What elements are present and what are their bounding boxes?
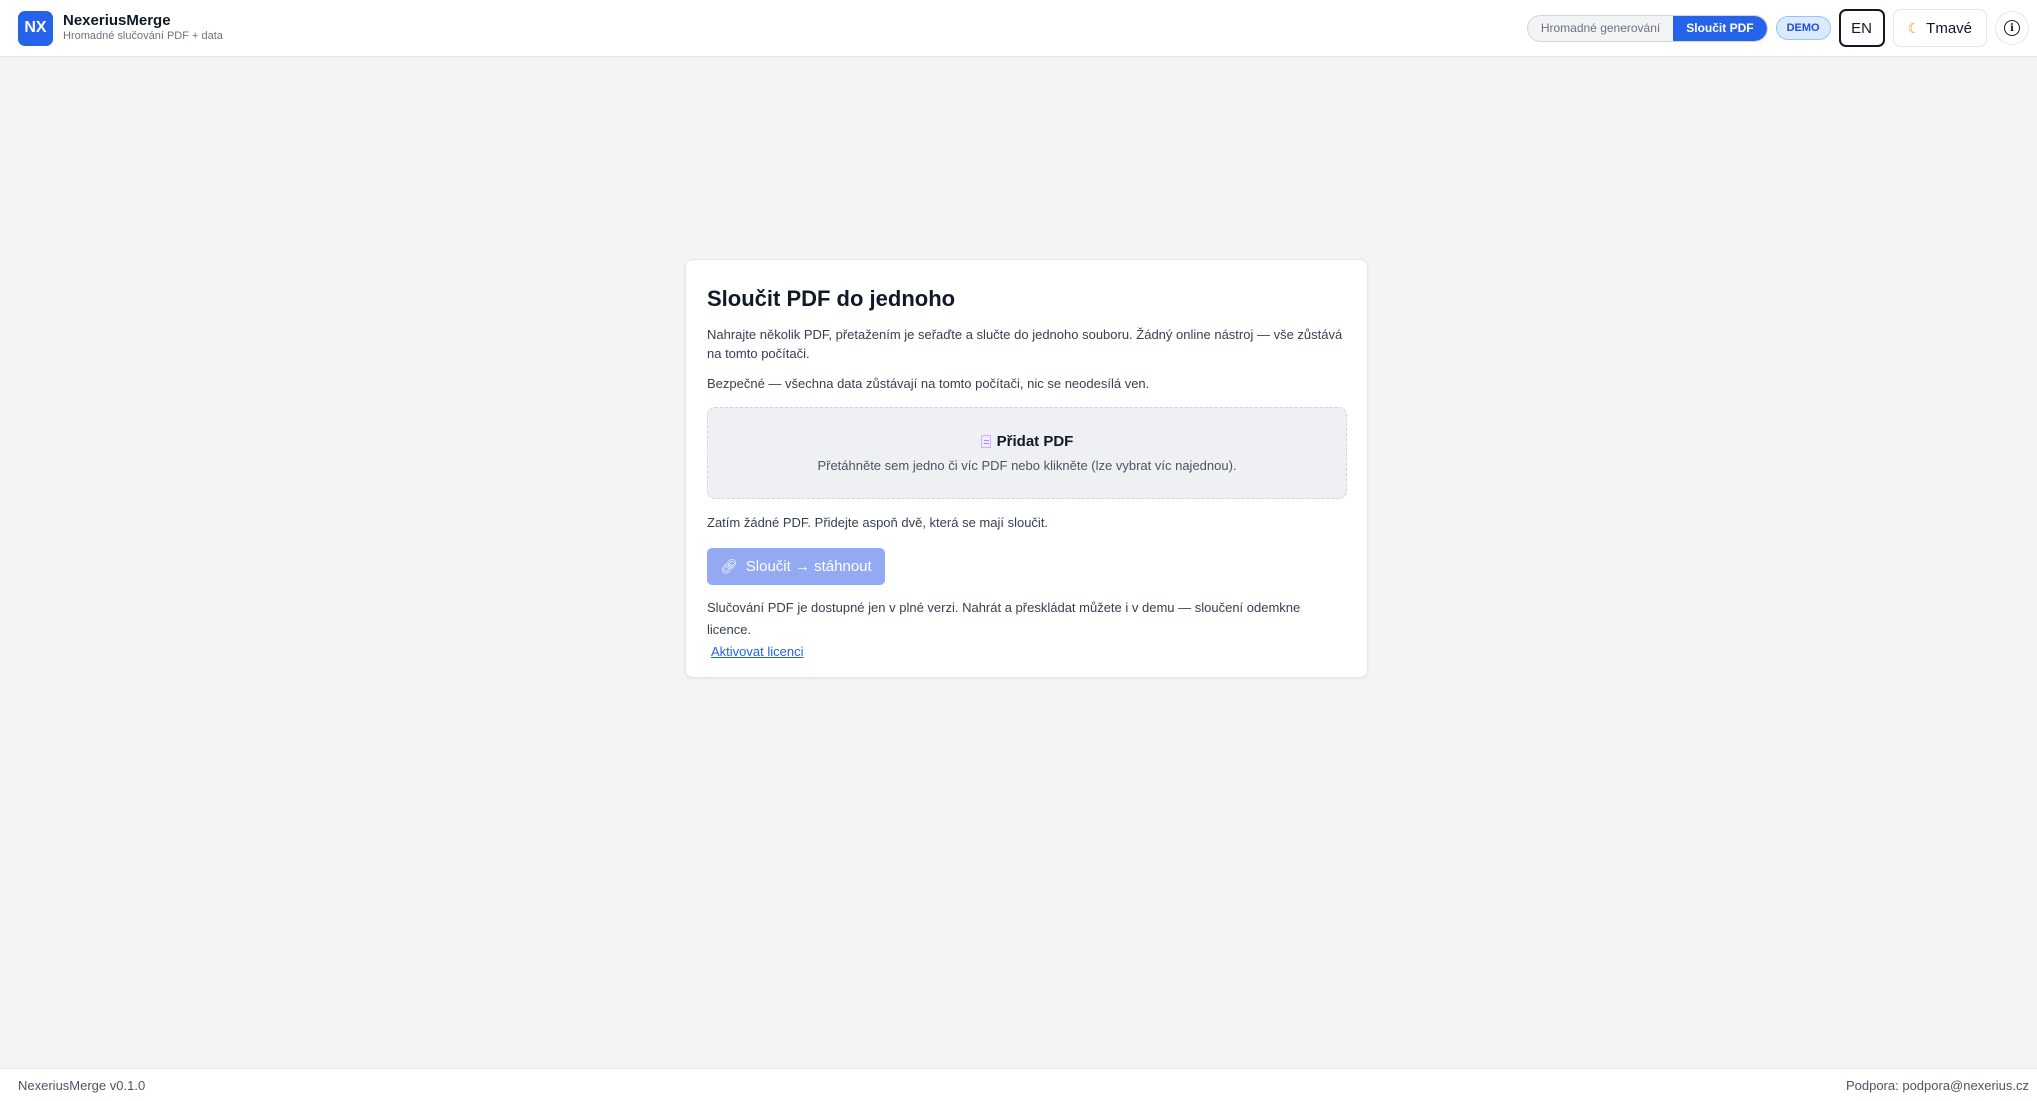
card-description: Nahrajte několik PDF, přetažením je seřa…	[707, 327, 1343, 361]
language-toggle-button[interactable]: EN	[1838, 9, 1885, 47]
activate-license-link[interactable]: Aktivovat licenci	[711, 644, 803, 659]
merge-button-label: Sloučit → stáhnout	[745, 558, 872, 575]
app-subtitle: Hromadné slučování PDF + data	[63, 30, 223, 43]
app-logo: NX	[18, 10, 53, 46]
link-icon: 🔗︎	[720, 558, 738, 574]
app-version: NexeriusMerge v0.1.0	[18, 1077, 146, 1093]
pdf-file-icon	[980, 435, 991, 448]
support-contact[interactable]: Podpora: podpora@nexerius.cz	[1846, 1078, 2029, 1093]
theme-toggle-label: Tmavé	[1926, 19, 1972, 37]
license-note-text: Slučování PDF je dostupné jen v plné ver…	[707, 600, 1301, 637]
mode-switch: Hromadné generování Sloučit PDF	[1526, 14, 1768, 42]
security-note: Bezpečné — všechna data zůstávají na tom…	[707, 376, 1150, 391]
dropzone-hint: Přetáhněte sem jedno či víc PDF nebo kli…	[817, 458, 1237, 473]
info-button[interactable]: i	[1995, 11, 2029, 45]
tab-merge-pdf[interactable]: Sloučit PDF	[1673, 15, 1767, 41]
header-actions: Hromadné generování Sloučit PDF DEMO EN …	[1526, 9, 2029, 47]
pdf-dropzone[interactable]: Přidat PDF Přetáhněte sem jedno či víc P…	[707, 407, 1347, 499]
dropzone-title-label: Přidat PDF	[996, 433, 1074, 450]
info-icon: i	[2004, 20, 2020, 36]
merge-card: Sloučit PDF do jednoho Nahrajte několik …	[685, 259, 1368, 678]
merge-download-button[interactable]: 🔗︎ Sloučit → stáhnout	[707, 548, 885, 585]
top-bar: NX NexeriusMerge Hromadné slučování PDF …	[0, 0, 2037, 57]
app-root: NX NexeriusMerge Hromadné slučování PDF …	[0, 0, 2037, 1101]
tab-bulk-generate[interactable]: Hromadné generování	[1528, 16, 1673, 41]
empty-list-note: Zatím žádné PDF. Přidejte aspoň dvě, kte…	[707, 515, 1049, 530]
footer: NexeriusMerge v0.1.0 Podpora: podpora@ne…	[0, 1068, 2037, 1101]
license-note: Slučování PDF je dostupné jen v plné ver…	[707, 597, 1346, 663]
theme-toggle-button[interactable]: ☾ Tmavé	[1892, 9, 1987, 47]
moon-icon: ☾	[1907, 19, 1921, 36]
brand-text: NexeriusMerge Hromadné slučování PDF + d…	[63, 12, 223, 43]
demo-badge[interactable]: DEMO	[1775, 16, 1831, 40]
dropzone-title: Přidat PDF	[980, 433, 1074, 450]
brand: NX NexeriusMerge Hromadné slučování PDF …	[18, 10, 223, 46]
page-title: Sloučit PDF do jednoho	[707, 286, 956, 311]
app-name: NexeriusMerge	[63, 12, 171, 30]
